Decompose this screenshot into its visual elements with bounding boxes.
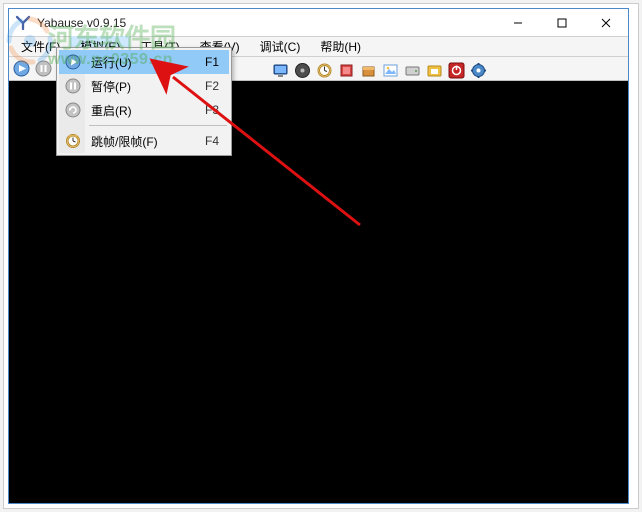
- menu-debug[interactable]: 调试(C): [250, 36, 311, 57]
- monitor-icon[interactable]: [271, 61, 290, 80]
- menu-item-frameskip[interactable]: 跳帧/限帧(F) F4: [59, 129, 229, 153]
- pause-icon: [64, 77, 82, 95]
- menu-item-shortcut: F2: [205, 79, 229, 93]
- box-icon[interactable]: [359, 61, 378, 80]
- image-icon[interactable]: [381, 61, 400, 80]
- menu-item-shortcut: F3: [205, 103, 229, 117]
- hdd-icon[interactable]: [403, 61, 422, 80]
- close-button[interactable]: [584, 9, 628, 37]
- maximize-button[interactable]: [540, 9, 584, 37]
- window-title: Yabause v0.9.15: [37, 16, 126, 30]
- app-icon: [15, 15, 31, 31]
- clock-icon[interactable]: [315, 61, 334, 80]
- run-icon[interactable]: [12, 59, 31, 78]
- pause-icon[interactable]: [34, 59, 53, 78]
- disc-icon[interactable]: [293, 61, 312, 80]
- chip-icon[interactable]: [337, 61, 356, 80]
- emulation-dropdown: 运行(U) F1 暂停(P) F2 重启(R) F3 跳帧/限帧(F) F4: [56, 47, 232, 156]
- menu-item-run[interactable]: 运行(U) F1: [59, 50, 229, 74]
- menu-item-pause[interactable]: 暂停(P) F2: [59, 74, 229, 98]
- menu-item-shortcut: F4: [205, 134, 229, 148]
- power-icon[interactable]: [447, 61, 466, 80]
- titlebar: Yabause v0.9.15: [9, 9, 628, 37]
- dropdown-separator: [89, 125, 227, 126]
- menu-item-label: 重启(R): [91, 102, 132, 119]
- minimize-button[interactable]: [496, 9, 540, 37]
- menu-help[interactable]: 帮助(H): [310, 36, 371, 57]
- restart-icon: [64, 101, 82, 119]
- toolbar-right-group: [271, 58, 488, 82]
- clock-icon: [64, 132, 82, 150]
- snapshot-icon[interactable]: [425, 61, 444, 80]
- menu-item-label: 跳帧/限帧(F): [91, 133, 158, 150]
- menu-item-label: 运行(U): [91, 54, 132, 71]
- menu-item-label: 暂停(P): [91, 78, 131, 95]
- settings-icon[interactable]: [469, 61, 488, 80]
- run-icon: [64, 53, 82, 71]
- menu-item-restart[interactable]: 重启(R) F3: [59, 98, 229, 122]
- menu-item-shortcut: F1: [205, 55, 229, 69]
